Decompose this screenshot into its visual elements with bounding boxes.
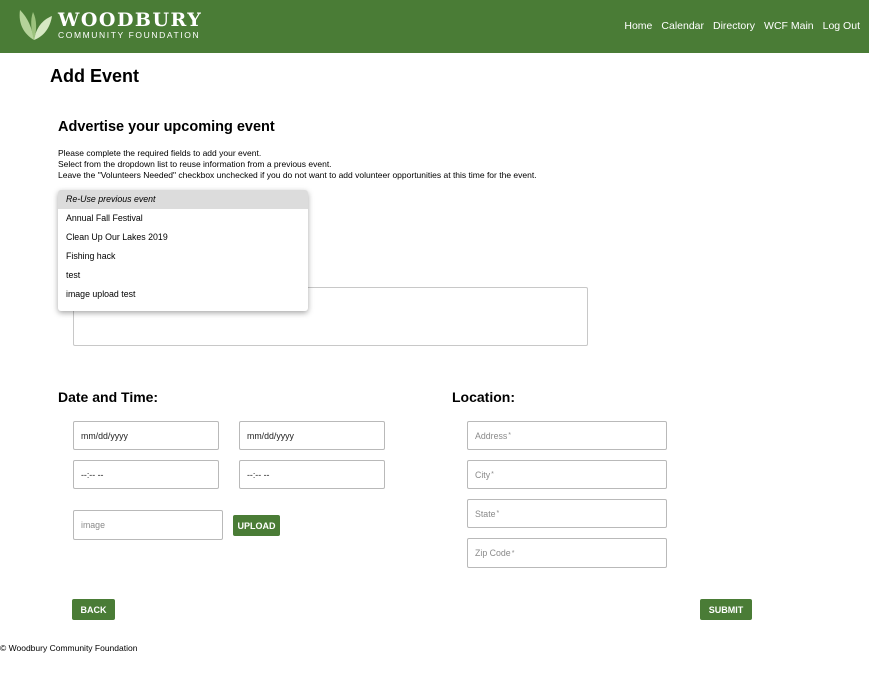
start-date-input[interactable]: mm/dd/yyyy bbox=[73, 421, 219, 450]
dropdown-option[interactable]: Annual Fall Festival bbox=[58, 209, 308, 228]
dropdown-option[interactable]: Clean Up Our Lakes 2019 bbox=[58, 228, 308, 247]
address-input[interactable]: Address * bbox=[467, 421, 667, 450]
reuse-event-dropdown[interactable]: Re-Use previous event Annual Fall Festiv… bbox=[58, 190, 308, 311]
end-time-input[interactable]: --:-- -- bbox=[239, 460, 385, 489]
submit-button[interactable]: SUBMIT bbox=[700, 599, 752, 620]
back-button[interactable]: BACK bbox=[72, 599, 115, 620]
zip-placeholder: Zip Code bbox=[475, 548, 511, 558]
dropdown-option[interactable]: image upload test bbox=[58, 285, 308, 304]
location-title: Location: bbox=[452, 389, 515, 405]
dropdown-option[interactable]: Fishing hack bbox=[58, 247, 308, 266]
state-placeholder: State bbox=[475, 508, 496, 519]
dropdown-option-selected[interactable]: Re-Use previous event bbox=[58, 190, 308, 209]
required-mark: * bbox=[496, 510, 500, 517]
nav-wcf-main[interactable]: WCF Main bbox=[764, 20, 814, 32]
upload-button[interactable]: UPLOAD bbox=[233, 515, 280, 536]
zip-input[interactable]: Zip Code * bbox=[467, 538, 667, 568]
city-placeholder: City bbox=[475, 469, 491, 480]
end-date-input[interactable]: mm/dd/yyyy bbox=[239, 421, 385, 450]
site-header: WOODBURY COMMUNITY FOUNDATION Home Calen… bbox=[0, 0, 869, 53]
nav-home[interactable]: Home bbox=[624, 20, 652, 32]
instruction-line: Select from the dropdown list to reuse i… bbox=[58, 159, 332, 170]
section-title: Advertise your upcoming event bbox=[58, 119, 275, 135]
start-date-value: mm/dd/yyyy bbox=[81, 430, 128, 441]
image-placeholder: image bbox=[81, 520, 105, 530]
instruction-line: Please complete the required fields to a… bbox=[58, 148, 262, 158]
datetime-title: Date and Time: bbox=[58, 389, 159, 405]
nav-directory[interactable]: Directory bbox=[713, 20, 755, 32]
image-input[interactable]: image bbox=[73, 510, 223, 540]
required-mark: * bbox=[508, 432, 512, 439]
instruction-line: Leave the "Volunteers Needed" checkbox u… bbox=[58, 170, 537, 181]
nav-calendar[interactable]: Calendar bbox=[661, 20, 704, 32]
instructions: Please complete the required fields to a… bbox=[58, 148, 537, 182]
required-mark: * bbox=[511, 549, 515, 557]
end-date-value: mm/dd/yyyy bbox=[247, 430, 294, 441]
end-time-value: --:-- -- bbox=[247, 469, 270, 480]
dropdown-option[interactable]: test bbox=[58, 266, 308, 285]
logo-title[interactable]: WOODBURY bbox=[58, 9, 202, 31]
nav-log-out[interactable]: Log Out bbox=[823, 20, 860, 32]
page-title: Add Event bbox=[50, 66, 140, 86]
address-placeholder: Address bbox=[475, 430, 508, 441]
logo-subtitle: COMMUNITY FOUNDATION bbox=[58, 30, 201, 40]
leaf-logo-icon bbox=[19, 10, 52, 40]
required-mark: * bbox=[491, 471, 494, 478]
state-input[interactable]: State * bbox=[467, 499, 667, 528]
start-time-input[interactable]: --:-- -- bbox=[73, 460, 219, 489]
footer-copyright: © Woodbury Community Foundation bbox=[0, 643, 138, 653]
city-input[interactable]: City * bbox=[467, 460, 667, 489]
top-nav: Home Calendar Directory WCF Main Log Out bbox=[615, 20, 860, 32]
start-time-value: --:-- -- bbox=[81, 469, 104, 480]
